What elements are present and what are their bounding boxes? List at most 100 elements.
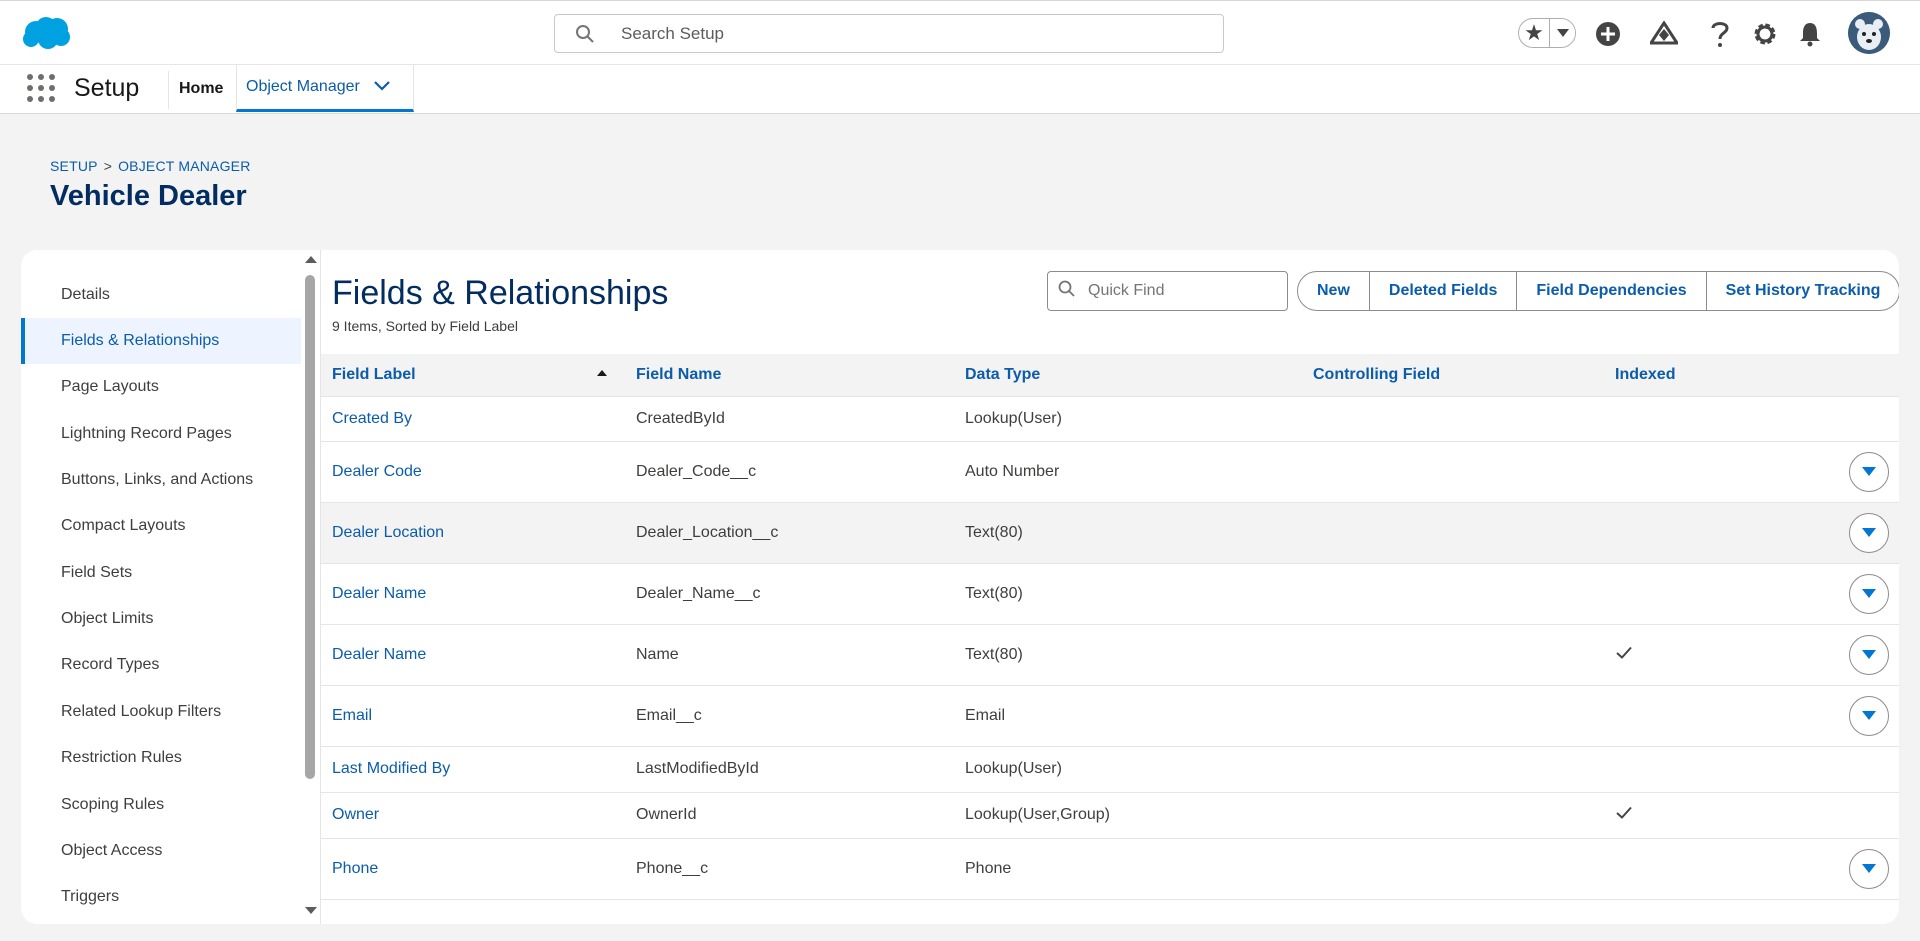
chevron-down-icon[interactable] — [374, 78, 390, 96]
breadcrumb: SETUP > OBJECT MANAGER — [50, 158, 251, 174]
data-type-cell: Email — [954, 685, 1302, 747]
sidebar-item-triggers[interactable]: Triggers — [21, 874, 301, 920]
field-label-link[interactable]: Phone — [321, 838, 625, 900]
field-label-link[interactable]: Owner — [321, 792, 625, 839]
favorites-group: ★ — [1518, 18, 1576, 48]
column-header-field-name[interactable]: Field Name — [625, 354, 954, 397]
sidebar-item-field-sets[interactable]: Field Sets — [21, 550, 301, 596]
row-actions-button[interactable] — [1849, 695, 1889, 736]
bell-icon[interactable] — [1794, 18, 1826, 50]
add-icon[interactable] — [1592, 18, 1624, 50]
column-header-field-label[interactable]: Field Label — [321, 354, 625, 397]
app-launcher-icon[interactable] — [27, 74, 55, 102]
table-row: Phone Phone__c Phone — [321, 838, 1899, 900]
row-actions-button[interactable] — [1849, 848, 1889, 889]
field-label-link[interactable]: Dealer Name — [321, 624, 625, 686]
controlling-field-cell — [1302, 624, 1604, 686]
sidebar-item-page-layouts[interactable]: Page Layouts — [21, 364, 301, 410]
field-name-cell: CreatedById — [625, 396, 954, 442]
sidebar-scrollbar[interactable] — [303, 250, 319, 924]
field-label-link[interactable]: Created By — [321, 396, 625, 442]
field-label-link[interactable]: Dealer Location — [321, 502, 625, 564]
controlling-field-cell — [1302, 441, 1604, 503]
quick-find-input[interactable]: Quick Find — [1047, 271, 1288, 311]
chevron-down-icon — [1862, 589, 1876, 598]
column-header-label: Field Label — [332, 365, 416, 383]
field-dependencies-button[interactable]: Field Dependencies — [1516, 272, 1705, 310]
sidebar-item-compact-layouts[interactable]: Compact Layouts — [21, 503, 301, 549]
sidebar-item-buttons-links-actions[interactable]: Buttons, Links, and Actions — [21, 457, 301, 503]
field-label-link[interactable]: Last Modified By — [321, 746, 625, 793]
field-label-link[interactable]: Dealer Code — [321, 441, 625, 503]
indexed-cell — [1604, 838, 1899, 900]
field-name-cell: Dealer_Location__c — [625, 502, 954, 564]
search-setup-input[interactable]: Search Setup — [554, 14, 1224, 53]
data-type-cell: Phone — [954, 838, 1302, 900]
deleted-fields-button[interactable]: Deleted Fields — [1368, 272, 1516, 310]
indexed-cell — [1604, 563, 1899, 625]
field-label-link[interactable]: Dealer Name — [321, 563, 625, 625]
indexed-cell — [1604, 685, 1899, 747]
controlling-field-cell — [1302, 502, 1604, 564]
breadcrumb-object-manager[interactable]: OBJECT MANAGER — [118, 158, 250, 174]
table-row: Created By CreatedById Lookup(User) — [321, 396, 1899, 442]
table-row: Email Email__c Email — [321, 685, 1899, 747]
search-placeholder: Search Setup — [621, 23, 725, 43]
chevron-down-icon — [1862, 650, 1876, 659]
controlling-field-cell — [1302, 396, 1604, 442]
table-row: Dealer Code Dealer_Code__c Auto Number — [321, 441, 1899, 503]
sidebar-item-scoping-rules[interactable]: Scoping Rules — [21, 782, 301, 828]
set-history-tracking-button[interactable]: Set History Tracking — [1705, 272, 1899, 310]
controlling-field-cell — [1302, 838, 1604, 900]
indexed-cell — [1604, 502, 1899, 564]
object-detail-card: Details Fields & Relationships Page Layo… — [21, 250, 1899, 924]
gear-icon[interactable] — [1749, 18, 1781, 50]
tab-object-manager[interactable]: Object Manager — [236, 65, 414, 112]
sidebar-item-lightning-record-pages[interactable]: Lightning Record Pages — [21, 411, 301, 457]
table-header-row: Field Label Field Name Data Type Control… — [321, 354, 1899, 397]
sort-ascending-icon — [597, 370, 607, 376]
scrollbar-thumb[interactable] — [305, 275, 315, 779]
sidebar-item-fields-relationships[interactable]: Fields & Relationships — [21, 318, 301, 364]
field-actions-button-group: New Deleted Fields Field Dependencies Se… — [1297, 271, 1899, 311]
object-sidebar: Details Fields & Relationships Page Layo… — [21, 250, 301, 924]
row-actions-button[interactable] — [1849, 573, 1889, 614]
star-icon[interactable]: ★ — [1519, 19, 1549, 47]
field-label-link[interactable]: Email — [321, 685, 625, 747]
indexed-cell — [1604, 624, 1899, 686]
data-type-cell: Text(80) — [954, 502, 1302, 564]
column-header-indexed[interactable]: Indexed — [1604, 354, 1899, 397]
column-header-data-type[interactable]: Data Type — [954, 354, 1302, 397]
data-type-cell: Lookup(User,Group) — [954, 792, 1302, 839]
chevron-down-icon — [1862, 864, 1876, 873]
scroll-down-arrow-icon[interactable] — [305, 907, 317, 914]
new-button[interactable]: New — [1298, 272, 1369, 310]
sidebar-item-record-types[interactable]: Record Types — [21, 642, 301, 688]
sidebar-item-details[interactable]: Details — [21, 272, 301, 318]
section-subtitle: 9 Items, Sorted by Field Label — [332, 318, 518, 334]
trailhead-icon[interactable] — [1648, 18, 1680, 50]
help-icon[interactable] — [1704, 18, 1736, 50]
search-icon — [1058, 280, 1076, 303]
salesforce-cloud-logo[interactable] — [20, 15, 72, 51]
sidebar-item-object-limits[interactable]: Object Limits — [21, 596, 301, 642]
field-name-cell: LastModifiedById — [625, 746, 954, 793]
sidebar-item-related-lookup-filters[interactable]: Related Lookup Filters — [21, 689, 301, 735]
tab-home[interactable]: Home — [179, 80, 223, 98]
breadcrumb-setup[interactable]: SETUP — [50, 158, 98, 174]
row-actions-button[interactable] — [1849, 512, 1889, 553]
section-title: Fields & Relationships — [332, 274, 669, 312]
row-actions-button[interactable] — [1849, 634, 1889, 675]
field-name-cell: Phone__c — [625, 838, 954, 900]
data-type-cell: Text(80) — [954, 563, 1302, 625]
favorites-dropdown-button[interactable] — [1549, 19, 1575, 47]
scroll-up-arrow-icon[interactable] — [305, 256, 317, 263]
table-row: Last Modified By LastModifiedById Lookup(U… — [321, 746, 1899, 793]
sidebar-item-restriction-rules[interactable]: Restriction Rules — [21, 735, 301, 781]
table-row: Dealer Name Dealer_Name__c Text(80) — [321, 563, 1899, 625]
column-header-controlling-field[interactable]: Controlling Field — [1302, 354, 1604, 397]
row-actions-button[interactable] — [1849, 451, 1889, 492]
avatar[interactable] — [1848, 12, 1890, 54]
indexed-cell — [1604, 396, 1899, 442]
sidebar-item-object-access[interactable]: Object Access — [21, 828, 301, 874]
